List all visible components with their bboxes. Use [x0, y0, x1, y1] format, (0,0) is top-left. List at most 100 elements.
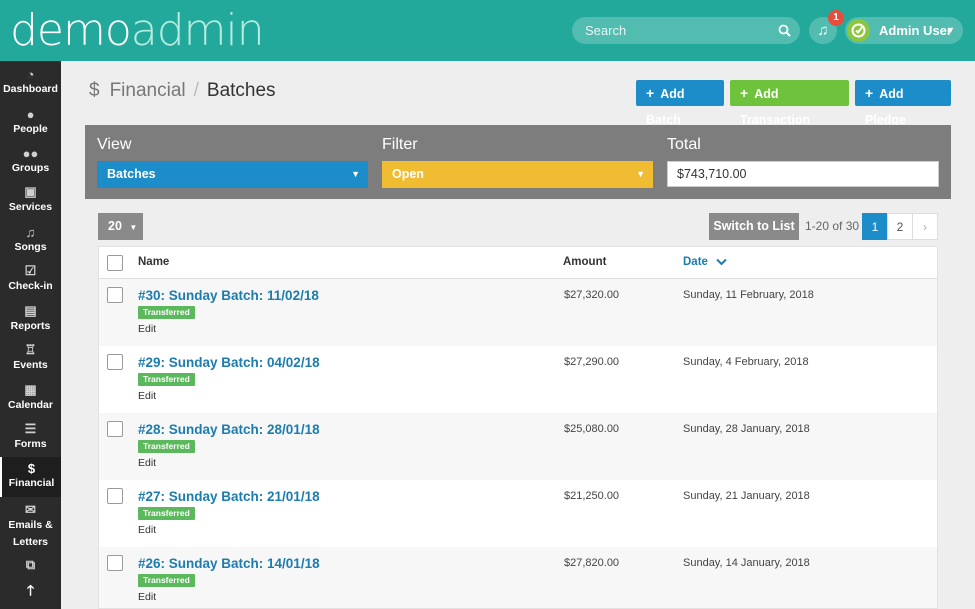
batches-table: Name Amount Date #30: Sunday Batch: 11/0… — [98, 246, 938, 609]
add-batch-button[interactable]: + Add Batch — [636, 80, 724, 127]
breadcrumb: $ Financial / Batches — [89, 80, 276, 102]
column-header-amount[interactable]: Amount — [563, 256, 606, 268]
sidebar-item-services[interactable]: ▣ Services — [0, 183, 61, 219]
arrow-up-icon: 🡑 — [26, 582, 35, 598]
search-icon — [778, 17, 792, 44]
scroll-top-button[interactable]: 🡑 — [0, 582, 61, 603]
sidebar-item-label: Check-in — [8, 280, 53, 292]
select-all-checkbox[interactable] — [107, 255, 123, 271]
batch-amount: $25,080.00 — [564, 423, 620, 435]
batch-amount: $27,320.00 — [564, 289, 620, 301]
row-checkbox[interactable] — [107, 421, 123, 437]
sidebar-item-events[interactable]: ♖ Events — [0, 341, 61, 377]
envelope-icon: ✉ — [25, 502, 36, 517]
batch-amount: $27,820.00 — [564, 557, 620, 569]
sidebar-item-groups[interactable]: ●● Groups — [0, 144, 61, 180]
sidebar-item-financial[interactable]: $ Financial — [0, 457, 61, 497]
per-page-select[interactable]: 20 ▼ — [98, 213, 143, 240]
chevron-down-icon: ▼ — [946, 25, 955, 35]
breadcrumb-separator: / — [193, 80, 199, 101]
table-row: #29: Sunday Batch: 04/02/18 Transferred … — [99, 346, 937, 413]
add-pledge-button[interactable]: + Add Pledge — [855, 80, 951, 127]
groups-icon: ●● — [22, 145, 39, 161]
sidebar-item-check-in[interactable]: ☑ Check-in — [0, 262, 61, 298]
sidebar-item-label: Reports — [10, 320, 51, 332]
edit-link[interactable]: Edit — [138, 323, 156, 335]
sidebar-item-emails-letters[interactable]: ✉ Emails & Letters — [0, 501, 61, 548]
table-row: #26: Sunday Batch: 14/01/18 Transferred … — [99, 547, 937, 608]
table-row: #30: Sunday Batch: 11/02/18 Transferred … — [99, 279, 937, 346]
notification-badge: 1 — [828, 10, 844, 26]
avatar — [847, 19, 870, 42]
batch-name-link[interactable]: #28: Sunday Batch: 28/01/18 — [138, 422, 320, 437]
row-checkbox[interactable] — [107, 488, 123, 504]
logo[interactable]: demoadmin — [10, 5, 265, 56]
sidebar-item-label: People — [13, 123, 48, 135]
status-badge: Transferred — [138, 306, 195, 319]
status-badge: Transferred — [138, 507, 195, 520]
plus-icon: + — [740, 85, 749, 101]
batch-date: Sunday, 4 February, 2018 — [683, 356, 809, 368]
chevron-down-icon: ▼ — [636, 169, 645, 179]
batch-name-link[interactable]: #29: Sunday Batch: 04/02/18 — [138, 355, 320, 370]
sidebar-item-people[interactable]: ● People — [0, 105, 61, 141]
sidebar-item-forms[interactable]: ☰ Forms — [0, 420, 61, 456]
batch-name-link[interactable]: #30: Sunday Batch: 11/02/18 — [138, 288, 319, 303]
status-badge: Transferred — [138, 373, 195, 386]
page-title: Batches — [206, 80, 276, 101]
table-row: #27: Sunday Batch: 21/01/18 Transferred … — [99, 480, 937, 547]
switch-to-list-button[interactable]: Switch to List — [709, 213, 799, 240]
status-badge: Transferred — [138, 440, 195, 453]
batch-amount: $21,250.00 — [564, 490, 620, 502]
page-1-button[interactable]: 1 — [862, 213, 888, 240]
page-2-button[interactable]: 2 — [887, 213, 913, 240]
view-select-value: Batches — [107, 167, 156, 181]
plus-icon: + — [646, 85, 655, 101]
user-name: Admin User — [879, 23, 952, 38]
copy-icon: ⧉ — [25, 557, 36, 572]
page-range: 1-20 of 30 — [805, 219, 860, 233]
sidebar-item-label: Songs — [14, 241, 47, 253]
next-page-button[interactable]: › — [912, 213, 938, 240]
column-header-date[interactable]: Date — [683, 256, 727, 268]
batch-date: Sunday, 11 February, 2018 — [683, 289, 814, 301]
sidebar-item-calendar[interactable]: ▦ Calendar — [0, 381, 61, 417]
row-checkbox[interactable] — [107, 287, 123, 303]
sidebar-item-songs[interactable]: ♫ Songs — [0, 223, 61, 259]
column-header-date-label: Date — [683, 256, 708, 268]
sidebar-item-more[interactable]: ⧉ — [0, 556, 61, 576]
status-badge: Transferred — [138, 574, 195, 587]
total-label: Total — [667, 136, 701, 153]
sidebar-item-label: Dashboard — [3, 83, 58, 95]
search-input[interactable]: Search — [572, 17, 800, 44]
sidebar-item-label-line2: Letters — [12, 536, 48, 548]
per-page-value: 20 — [108, 219, 122, 233]
add-transaction-button[interactable]: + Add Transaction — [730, 80, 849, 127]
list-icon: ☰ — [24, 421, 37, 436]
view-label: View — [97, 136, 132, 153]
batch-amount: $27,290.00 — [564, 356, 620, 368]
document-icon: ▤ — [24, 303, 37, 318]
breadcrumb-section[interactable]: Financial — [110, 80, 186, 101]
sidebar-item-reports[interactable]: ▤ Reports — [0, 302, 61, 338]
filter-bar: View Batches ▼ Filter Open ▼ Total $743,… — [85, 125, 951, 199]
sidebar-item-dashboard[interactable]: ◔ Dashboard — [0, 65, 61, 101]
user-menu-button[interactable]: Admin User ▼ — [845, 17, 963, 44]
batch-date: Sunday, 28 January, 2018 — [683, 423, 810, 435]
edit-link[interactable]: Edit — [138, 390, 156, 402]
sidebar-item-label: Calendar — [8, 399, 53, 411]
row-checkbox[interactable] — [107, 354, 123, 370]
music-icon: ♫ — [817, 22, 829, 39]
sidebar: ◔ Dashboard ● People ●● Groups ▣ Service… — [0, 61, 61, 609]
filter-select[interactable]: Open ▼ — [382, 161, 653, 188]
batch-name-link[interactable]: #27: Sunday Batch: 21/01/18 — [138, 489, 320, 504]
view-select[interactable]: Batches ▼ — [97, 161, 368, 188]
edit-link[interactable]: Edit — [138, 591, 156, 603]
person-icon: ● — [26, 106, 35, 122]
batch-name-link[interactable]: #26: Sunday Batch: 14/01/18 — [138, 556, 320, 571]
column-header-name[interactable]: Name — [138, 256, 169, 268]
logo-part1: demo — [10, 5, 132, 56]
edit-link[interactable]: Edit — [138, 524, 156, 536]
row-checkbox[interactable] — [107, 555, 123, 571]
edit-link[interactable]: Edit — [138, 457, 156, 469]
